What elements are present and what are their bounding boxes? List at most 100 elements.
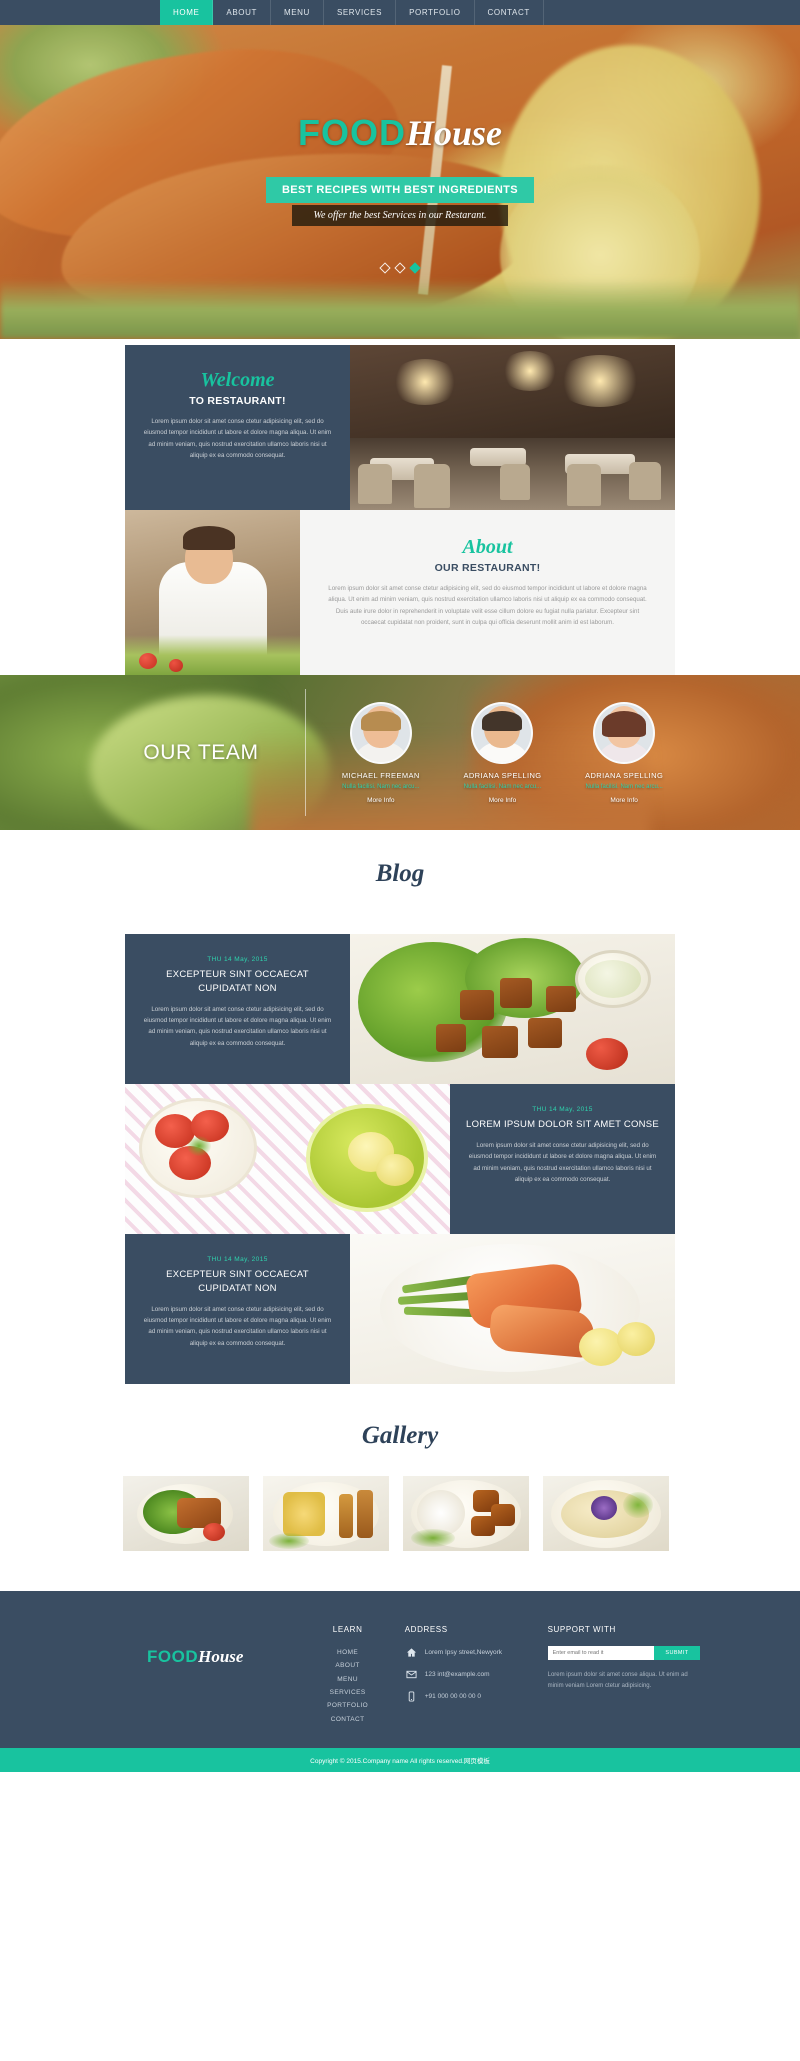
blog-post-text[interactable]: THU 14 May, 2015 EXCEPTEUR SINT OCCAECAT…	[125, 1234, 350, 1384]
footer-address-email: 123 int@example.com	[424, 1671, 490, 1678]
blog-post-image-tomato	[125, 1084, 450, 1234]
footer-learn-column: LEARN HOME ABOUT MENU SERVICES PORTFOLIO…	[290, 1625, 404, 1726]
footer-address-street-row: Lorem Ipsy street,Newyork	[405, 1646, 548, 1659]
blog-post-date: THU 14 May, 2015	[532, 1106, 593, 1113]
chef-portrait-image	[125, 510, 300, 675]
newsletter-submit-button[interactable]: SUBMIT	[653, 1646, 700, 1660]
footer-link-menu[interactable]: MENU	[290, 1673, 404, 1686]
team-member-card[interactable]: MICHAEL FREEMAN Nulla facilisi. Nam nec …	[322, 701, 440, 804]
footer-link-about[interactable]: ABOUT	[290, 1659, 404, 1672]
hero-banner: FOODHouse BEST RECIPES WITH BEST INGREDI…	[0, 25, 800, 339]
welcome-script-title: Welcome	[200, 369, 275, 391]
footer-address-email-row[interactable]: 123 int@example.com	[405, 1668, 548, 1681]
welcome-row: Welcome TO RESTAURANT! Lorem ipsum dolor…	[125, 345, 675, 510]
blog-post-body: Lorem ipsum dolor sit amet conse ctetur …	[468, 1141, 657, 1184]
gallery-heading: Gallery	[361, 1422, 439, 1449]
team-member-name: MICHAEL FREEMAN	[341, 770, 420, 780]
footer-link-contact[interactable]: CONTACT	[290, 1713, 404, 1726]
footer-link-services[interactable]: SERVICES	[290, 1686, 404, 1699]
copyright-bar: Copyright © 2015.Company name All rights…	[0, 1747, 800, 1772]
nav-item-services[interactable]: SERVICES	[324, 0, 397, 25]
hero-subtitle: We offer the best Services in our Restar…	[291, 205, 509, 226]
footer-address-heading: ADDRESS	[404, 1625, 448, 1634]
nav-item-menu[interactable]: MENU	[271, 0, 324, 25]
gallery-item[interactable]	[122, 1476, 249, 1551]
blog-post-body: Lorem ipsum dolor sit amet conse ctetur …	[143, 1005, 332, 1047]
team-title: OUR TEAM	[143, 740, 259, 764]
welcome-about-section: Welcome TO RESTAURANT! Lorem ipsum dolor…	[0, 339, 800, 675]
about-subtitle: OUR RESTAURANT!	[434, 562, 541, 574]
footer-address-phone-row[interactable]: +91 000 00 00 00 0	[405, 1690, 548, 1703]
welcome-body: Lorem ipsum dolor sit amet conse ctetur …	[143, 418, 332, 460]
home-icon	[405, 1646, 418, 1659]
footer: FOODHouse LEARN HOME ABOUT MENU SERVICES…	[0, 1591, 800, 1748]
newsletter-email-input[interactable]	[547, 1646, 654, 1660]
blog-post-body: Lorem ipsum dolor sit amet conse ctetur …	[143, 1305, 332, 1347]
avatar	[471, 701, 534, 764]
footer-link-portfolio[interactable]: PORTFOLIO	[290, 1699, 404, 1712]
nav-item-portfolio[interactable]: PORTFOLIO	[396, 0, 475, 25]
team-member-card[interactable]: ADRIANA SPELLING Nulla facilisi. Nam nec…	[443, 701, 561, 804]
gallery-grid	[122, 1476, 678, 1551]
footer-logo: FOODHouse	[100, 1647, 290, 1667]
footer-support-note: Lorem ipsum dolor sit amet conse aliqua.…	[547, 1672, 688, 1690]
footer-support-heading: SUPPORT WITH	[547, 1625, 616, 1634]
footer-support-column: SUPPORT WITH SUBMIT Lorem ipsum dolor si…	[547, 1625, 700, 1693]
blog-grid: THU 14 May, 2015 EXCEPTEUR SINT OCCAECAT…	[125, 934, 675, 1384]
main-navigation: HOME ABOUT MENU SERVICES PORTFOLIO CONTA…	[0, 0, 800, 25]
footer-logo-house: House	[198, 1647, 244, 1666]
hero-logo-house: House	[405, 113, 502, 153]
blog-post-image-salmon	[350, 1234, 675, 1384]
nav-item-contact[interactable]: CONTACT	[475, 0, 544, 25]
gallery-section: Gallery	[0, 1394, 800, 1591]
blog-row: THU 14 May, 2015 EXCEPTEUR SINT OCCAECAT…	[125, 1234, 675, 1384]
envelope-icon	[405, 1668, 418, 1681]
team-member-more-link[interactable]: More Info	[443, 797, 561, 804]
gallery-item[interactable]	[402, 1476, 529, 1551]
blog-post-title: LOREM IPSUM DOLOR SIT AMET CONSE	[466, 1119, 659, 1130]
blog-post-title: EXCEPTEUR SINT OCCAECAT CUPIDATAT NON	[166, 1269, 309, 1294]
blog-post-text[interactable]: THU 14 May, 2015 LOREM IPSUM DOLOR SIT A…	[450, 1084, 675, 1234]
blog-row: THU 14 May, 2015 EXCEPTEUR SINT OCCAECAT…	[125, 934, 675, 1084]
footer-logo-column: FOODHouse	[100, 1625, 290, 1667]
slider-dot-3-active[interactable]	[409, 262, 421, 274]
hero-tagline: BEST RECIPES WITH BEST INGREDIENTS	[265, 177, 535, 203]
phone-icon	[405, 1690, 418, 1703]
blog-post-date: THU 14 May, 2015	[207, 1256, 268, 1263]
footer-link-home[interactable]: HOME	[290, 1646, 404, 1659]
team-member-name: ADRIANA SPELLING	[463, 770, 542, 780]
gallery-item[interactable]	[262, 1476, 389, 1551]
slider-pagination	[379, 262, 421, 274]
welcome-box: Welcome TO RESTAURANT! Lorem ipsum dolor…	[125, 345, 350, 510]
blog-post-text[interactable]: THU 14 May, 2015 EXCEPTEUR SINT OCCAECAT…	[125, 934, 350, 1084]
avatar	[593, 701, 656, 764]
blog-section: Blog THU 14 May, 2015 EXCEPTEUR SINT OCC…	[0, 830, 800, 1394]
team-member-card[interactable]: ADRIANA SPELLING Nulla facilisi. Nam nec…	[565, 701, 683, 804]
welcome-subtitle: TO RESTAURANT!	[189, 395, 286, 407]
team-member-name: ADRIANA SPELLING	[585, 770, 664, 780]
about-row: About OUR RESTAURANT! Lorem ipsum dolor …	[125, 510, 675, 675]
about-script-title: About	[462, 536, 513, 558]
blog-row: THU 14 May, 2015 LOREM IPSUM DOLOR SIT A…	[125, 1084, 675, 1234]
nav-item-home[interactable]: HOME	[160, 0, 214, 25]
footer-learn-heading: LEARN	[332, 1625, 363, 1634]
nav-item-about[interactable]: ABOUT	[213, 0, 271, 25]
footer-address-column: ADDRESS Lorem Ipsy street,Newyork 123 in…	[405, 1625, 548, 1712]
slider-dot-2[interactable]	[394, 262, 406, 274]
team-member-desc: Nulla facilisi. Nam nec arcu...	[342, 783, 420, 790]
team-section: OUR TEAM MICHAEL FREEMAN Nulla facilisi.…	[0, 675, 800, 830]
footer-address-street: Lorem Ipsy street,Newyork	[424, 1649, 503, 1656]
team-member-more-link[interactable]: More Info	[322, 797, 440, 804]
slider-dot-1[interactable]	[379, 262, 391, 274]
gallery-item[interactable]	[542, 1476, 669, 1551]
avatar	[349, 701, 412, 764]
team-member-more-link[interactable]: More Info	[565, 797, 683, 804]
blog-heading: Blog	[375, 860, 425, 887]
blog-post-date: THU 14 May, 2015	[207, 956, 268, 963]
footer-logo-food: FOOD	[147, 1647, 199, 1666]
about-box: About OUR RESTAURANT! Lorem ipsum dolor …	[300, 510, 675, 675]
footer-address-phone: +91 000 00 00 00 0	[424, 1693, 481, 1700]
page-root: HOME ABOUT MENU SERVICES PORTFOLIO CONTA…	[0, 0, 800, 1772]
team-member-desc: Nulla facilisi. Nam nec arcu...	[585, 783, 663, 790]
restaurant-interior-image	[350, 345, 675, 510]
